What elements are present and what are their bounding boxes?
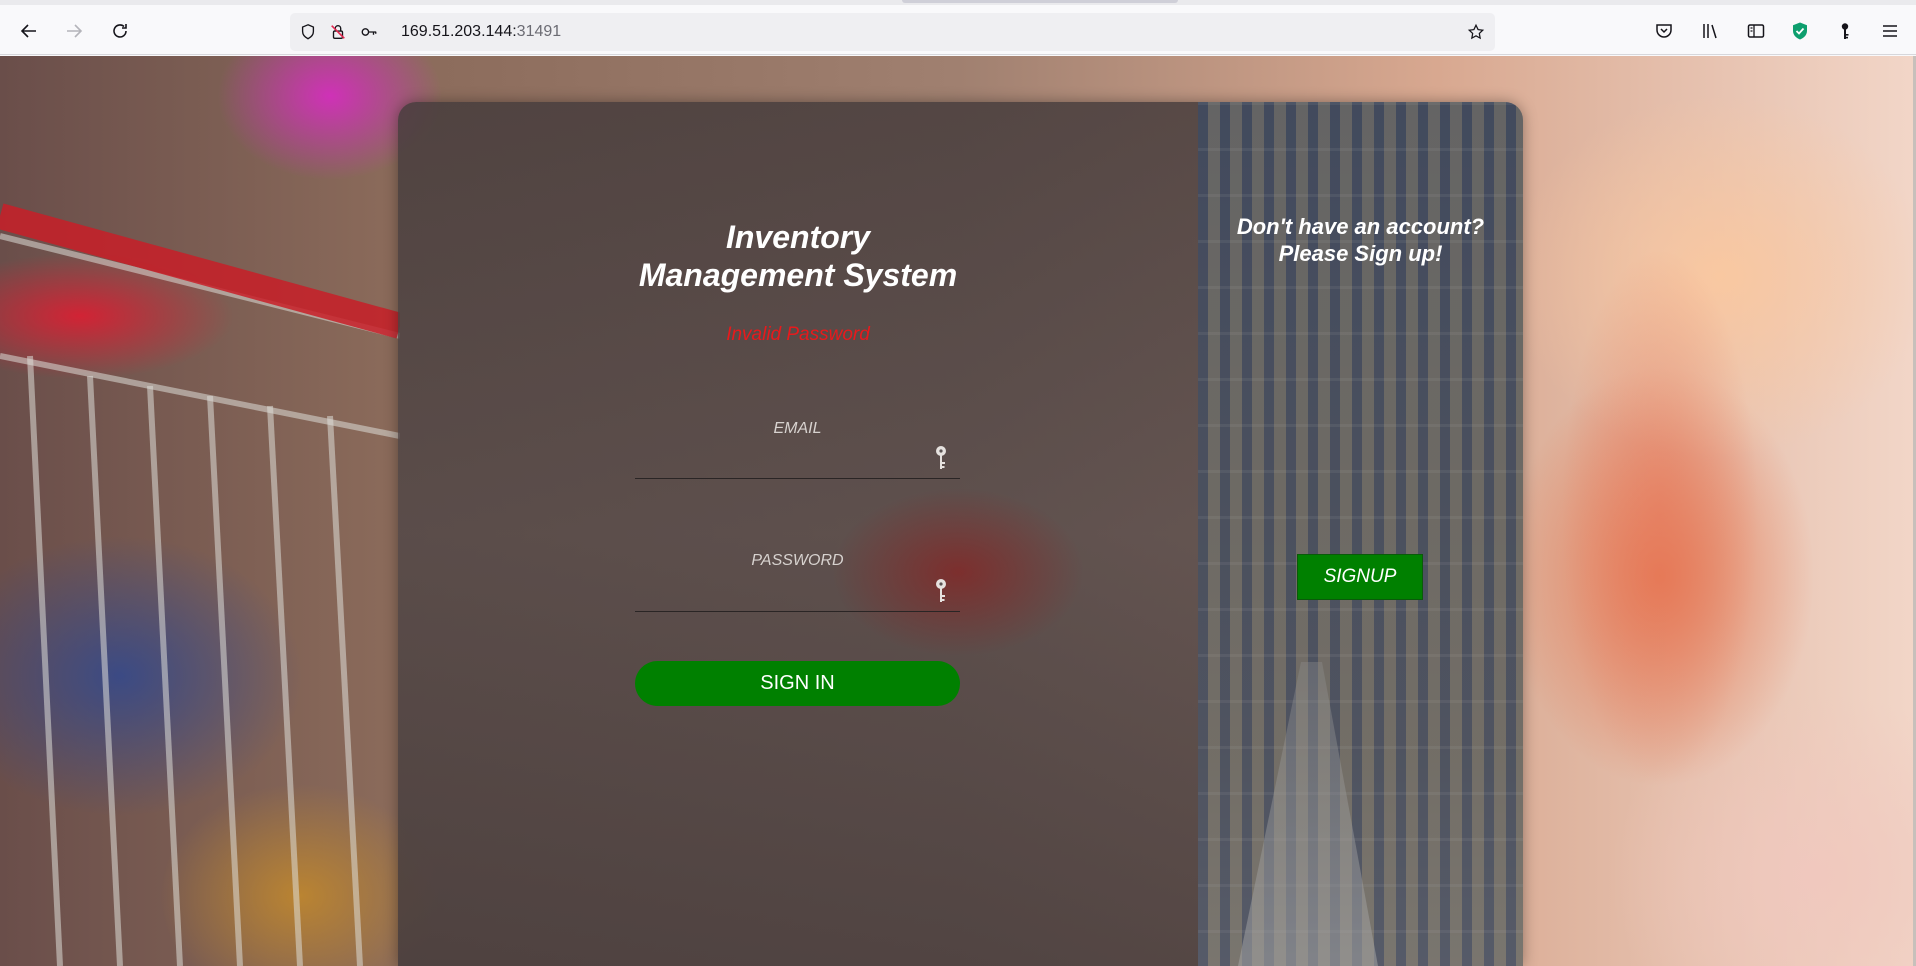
url-text: 169.51.203.144:31491 [401,23,561,41]
background-cart-image [0,203,400,966]
signup-panel: Don't have an account? Please Sign up! S… [1198,102,1523,966]
page-viewport: Inventory Management System Invalid Pass… [0,56,1916,966]
error-message: Invalid Password [726,324,870,345]
insecure-lock-icon[interactable] [328,22,348,42]
hamburger-menu-icon[interactable] [1874,15,1906,47]
app-title-line1: Inventory [725,219,871,255]
email-key-icon [936,446,946,469]
reload-icon[interactable] [104,15,136,47]
email-field[interactable] [635,442,925,472]
bookmark-star-icon[interactable] [1466,22,1486,42]
background-blur-right [1520,56,1916,966]
email-label: EMAIL [773,420,822,437]
pocket-icon[interactable] [1648,15,1680,47]
sign-in-button[interactable]: SIGN IN [635,661,960,706]
signup-prompt-line2: Please Sign up! [1278,241,1443,266]
app-title-line2: Management System [638,257,958,293]
url-host: 169.51.203.144: [401,23,517,40]
sidebar-icon[interactable] [1740,15,1772,47]
signup-button[interactable]: SIGNUP [1297,554,1423,600]
forward-arrow-icon[interactable] [58,15,90,47]
back-arrow-icon[interactable] [13,15,45,47]
signin-panel: Inventory Management System Invalid Pass… [398,102,1198,966]
signup-prompt-line1: Don't have an account? [1236,214,1485,239]
url-bar[interactable]: 169.51.203.144:31491 [290,13,1495,51]
library-icon[interactable] [1694,15,1726,47]
url-port: 31491 [516,23,562,40]
password-label: PASSWORD [751,552,844,569]
email-underline [635,478,960,479]
extension-key-icon[interactable] [1829,15,1861,47]
tracking-shield-icon[interactable] [298,22,318,42]
password-underline [635,611,960,612]
password-field[interactable] [635,574,925,604]
extension-shield-icon[interactable] [1784,15,1816,47]
key-permissions-icon[interactable] [359,22,379,42]
password-key-icon [936,579,946,602]
login-card: Inventory Management System Invalid Pass… [398,102,1523,966]
browser-toolbar: 169.51.203.144:31491 [0,5,1916,55]
active-tab-indicator[interactable] [902,0,1178,3]
